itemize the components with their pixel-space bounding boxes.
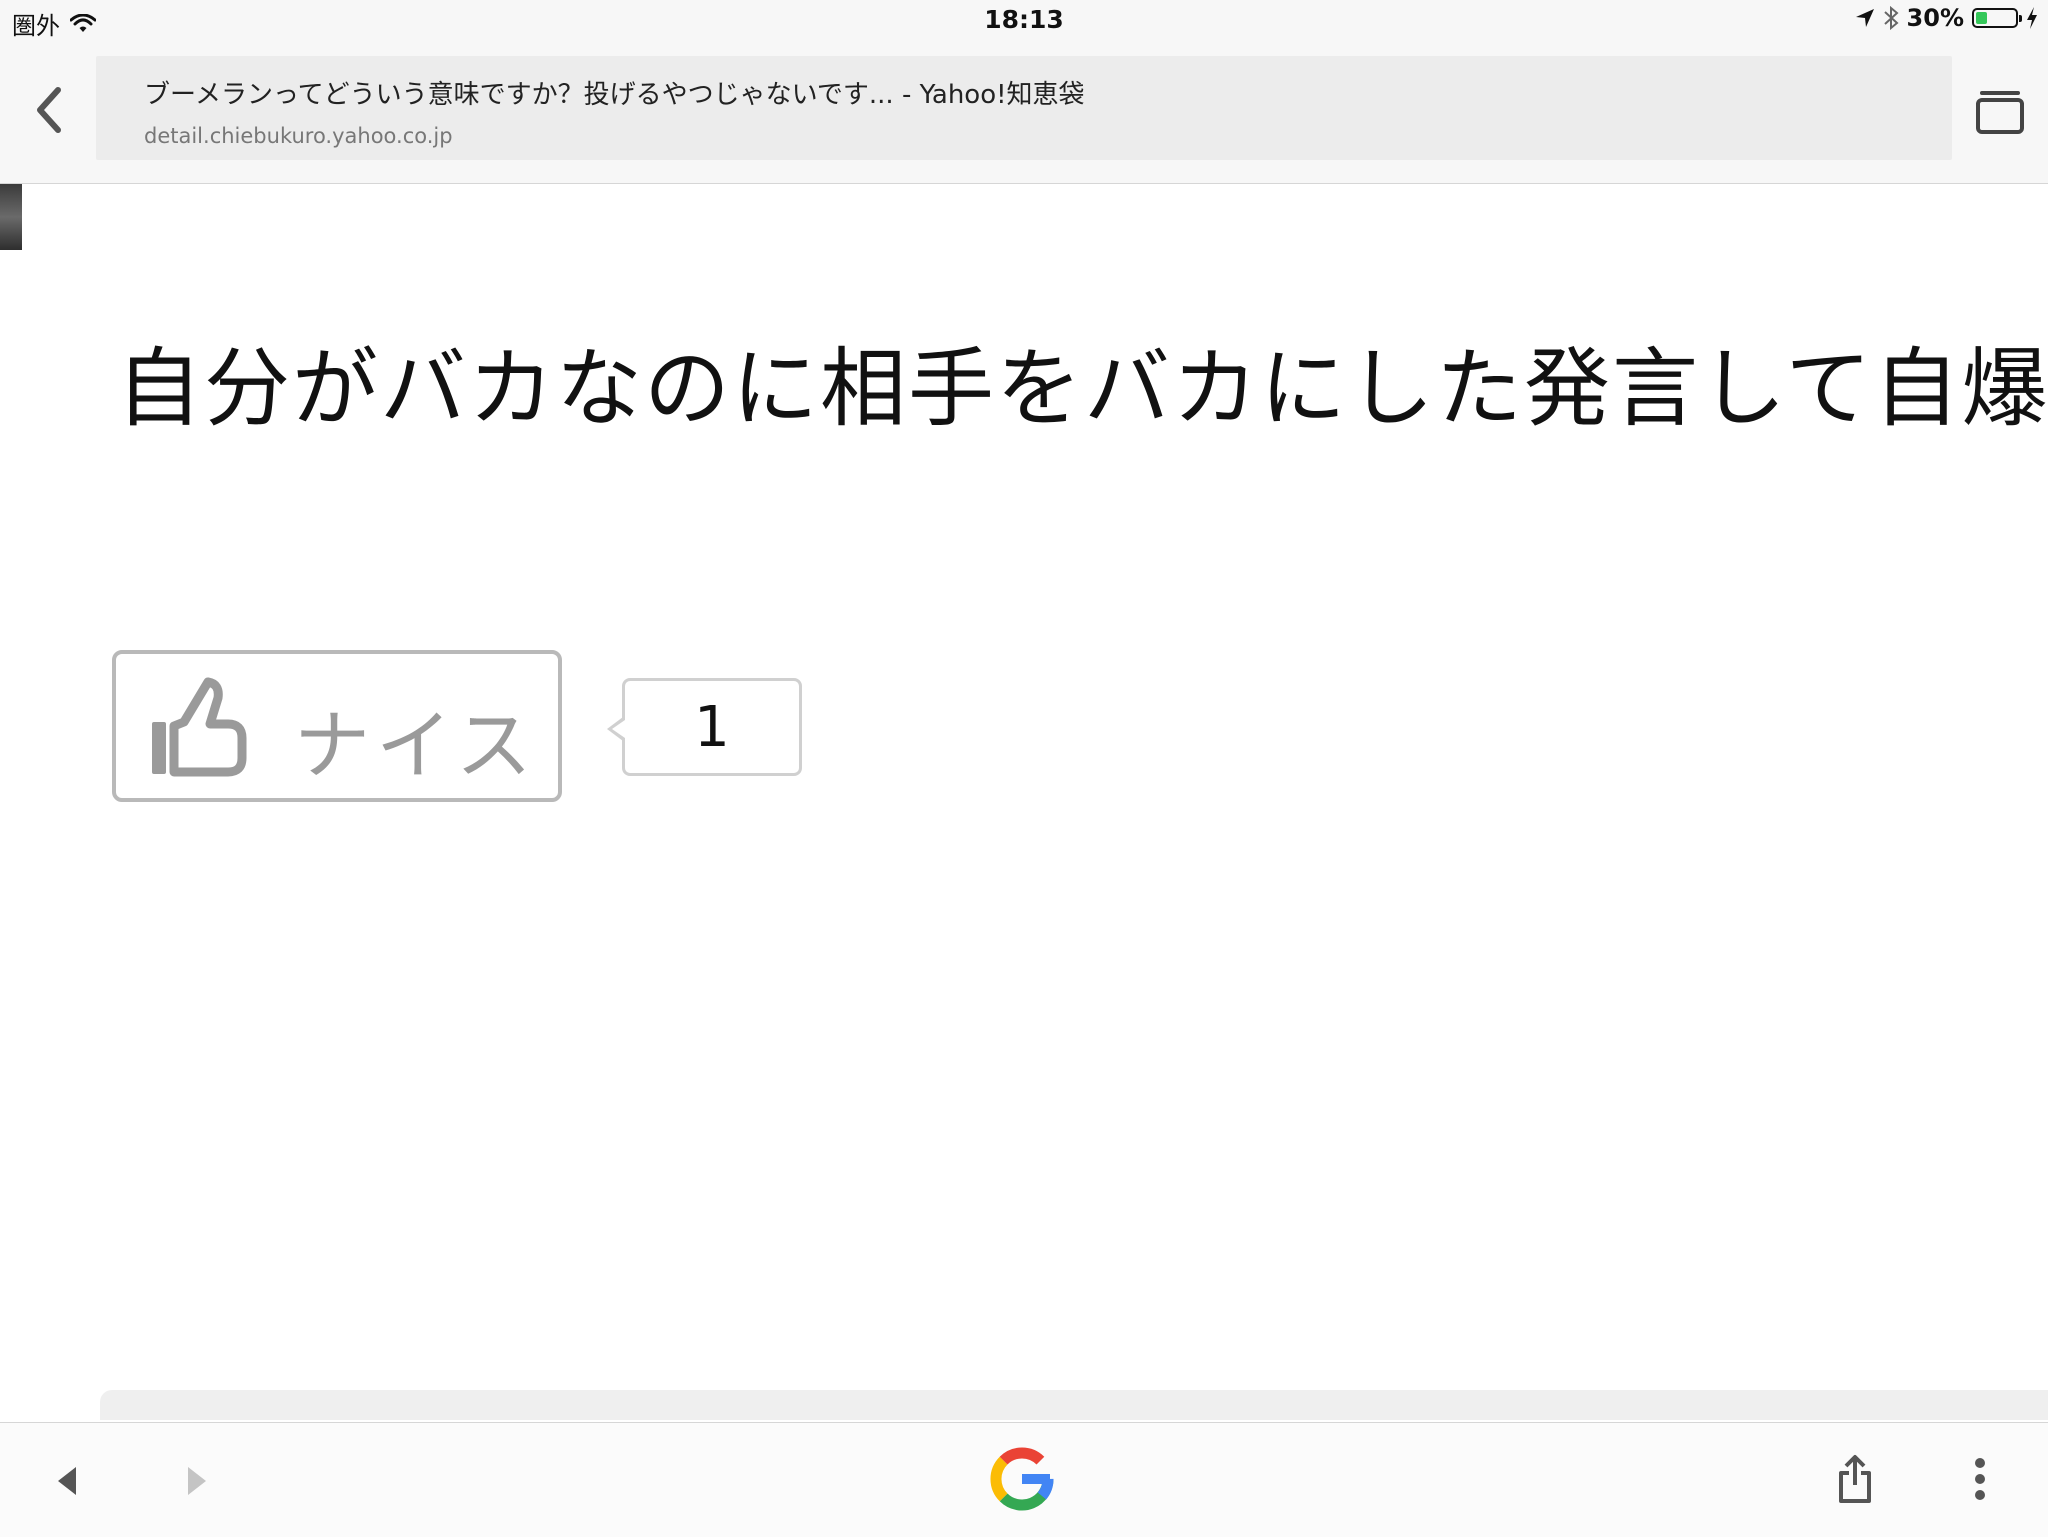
omnibox[interactable]: ブーメランってどういう意味ですか？投げるやつじゃないです... - Yahoo!… (96, 56, 1952, 160)
toolbar-back-button[interactable] (26, 80, 74, 140)
battery-percent: 30% (1906, 4, 1964, 32)
omnibox-url: detail.chiebukuro.yahoo.co.jp (144, 124, 453, 148)
status-time: 18:13 (984, 5, 1064, 34)
nice-count-badge: 1 (607, 678, 802, 776)
tabs-icon (1976, 91, 2024, 134)
next-card-edge (100, 1390, 2048, 1420)
back-arrow-icon (58, 1467, 76, 1495)
bluetooth-icon (1883, 6, 1899, 30)
location-arrow-icon (1855, 9, 1874, 27)
tabs-button[interactable] (1972, 84, 2028, 140)
more-vert-icon (1975, 1458, 1985, 1500)
answer-text: 自分がバカなのに相手をバカにした発言して自爆 (116, 339, 2048, 439)
battery-fill (1976, 12, 1987, 24)
forward-arrow-icon (188, 1467, 206, 1495)
bottom-forward-button[interactable] (182, 1463, 212, 1503)
chevron-left-icon (37, 87, 61, 133)
google-logo (990, 1447, 1054, 1511)
status-bar: 圏外 18:13 30% (0, 0, 2048, 40)
omnibox-page-title: ブーメランってどういう意味ですか？投げるやつじゃないです... - Yahoo!… (144, 80, 1085, 110)
nice-button[interactable]: ナイス (112, 650, 562, 802)
bottom-toolbar (0, 1422, 2048, 1537)
browser-toolbar: ブーメランってどういう意味ですか？投げるやつじゃないです... - Yahoo!… (0, 40, 2048, 184)
share-icon (1839, 1455, 1871, 1503)
avatar-image-fragment (0, 184, 22, 250)
share-button[interactable] (1836, 1453, 1874, 1509)
bottom-back-button[interactable] (52, 1463, 82, 1503)
charging-bolt-icon (2027, 7, 2037, 29)
thumbs-up-icon (152, 677, 247, 777)
more-menu-button[interactable] (1968, 1455, 1992, 1507)
status-right: 30% (1855, 4, 2038, 32)
nice-button-label: ナイス (294, 701, 538, 790)
battery-icon (1972, 8, 2022, 28)
nice-count: 1 (694, 695, 730, 760)
google-button[interactable] (986, 1443, 1058, 1519)
